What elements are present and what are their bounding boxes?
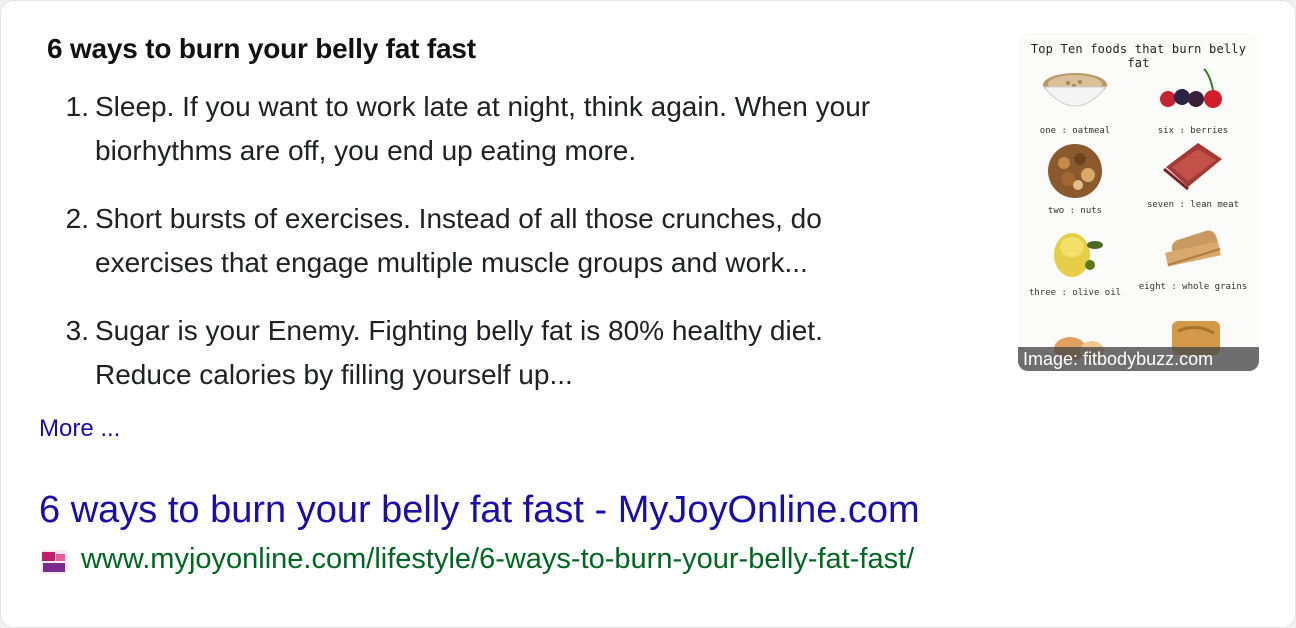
food-caption: eight : whole grains	[1138, 282, 1248, 292]
step-text-line: Sugar is your Enemy. Fighting belly fat …	[95, 315, 823, 346]
oatmeal-bowl-icon	[1042, 73, 1108, 107]
step-number: 2.	[65, 203, 89, 234]
snippet-heading: 6 ways to burn your belly fat fast	[47, 33, 476, 64]
food-item-nuts: two : nuts	[1020, 143, 1130, 216]
food-caption: seven : lean meat	[1146, 200, 1240, 210]
step-number: 1.	[65, 91, 89, 122]
food-caption: one : oatmeal	[1039, 126, 1111, 136]
list-item: 2. Short bursts of exercises. Instead of…	[66, 197, 995, 285]
whole-grains-icon	[1165, 230, 1221, 267]
myjoyonline-favicon-icon	[41, 550, 67, 574]
step-text-line: exercises that engage multiple muscle gr…	[95, 247, 808, 278]
image-source-caption: Image: fitbodybuzz.com	[1018, 347, 1259, 371]
food-caption: six : berries	[1157, 126, 1229, 136]
olive-oil-icon	[1054, 233, 1103, 277]
featured-snippet-card: 6 ways to burn your belly fat fast 1. Sl…	[0, 0, 1296, 628]
more-link[interactable]: More ...	[39, 415, 120, 443]
food-caption: two : nuts	[1047, 206, 1103, 216]
lean-meat-icon	[1163, 143, 1222, 191]
food-item-olive-oil: three : olive oil	[1020, 225, 1130, 298]
step-text-line: Sleep. If you want to work late at night…	[95, 91, 871, 122]
step-text-line: biorhythms are off, you end up eating mo…	[95, 135, 637, 166]
food-item-whole-grains: eight : whole grains	[1138, 219, 1248, 292]
step-number: 3.	[65, 315, 89, 346]
food-item-lean-meat: seven : lean meat	[1138, 137, 1248, 210]
nuts-icon	[1048, 144, 1102, 198]
list-item: 3. Sugar is your Enemy. Fighting belly f…	[66, 309, 995, 397]
food-item-oatmeal: one : oatmeal	[1020, 63, 1130, 136]
result-title-link[interactable]: 6 ways to burn your belly fat fast - MyJ…	[39, 489, 920, 532]
snippet-thumbnail-image[interactable]: Top Ten foods that burn belly fat one : …	[1018, 33, 1259, 371]
step-text-line: Reduce calories by filling yourself up..…	[95, 359, 573, 390]
berries-icon	[1160, 68, 1222, 108]
food-item-berries: six : berries	[1138, 63, 1248, 136]
step-text-line: Short bursts of exercises. Instead of al…	[95, 203, 822, 234]
food-caption: three : olive oil	[1028, 288, 1122, 298]
result-url[interactable]: www.myjoyonline.com/lifestyle/6-ways-to-…	[81, 543, 914, 576]
snippet-steps-list: 1. Sleep. If you want to work late at ni…	[66, 85, 995, 421]
list-item: 1. Sleep. If you want to work late at ni…	[66, 85, 995, 173]
